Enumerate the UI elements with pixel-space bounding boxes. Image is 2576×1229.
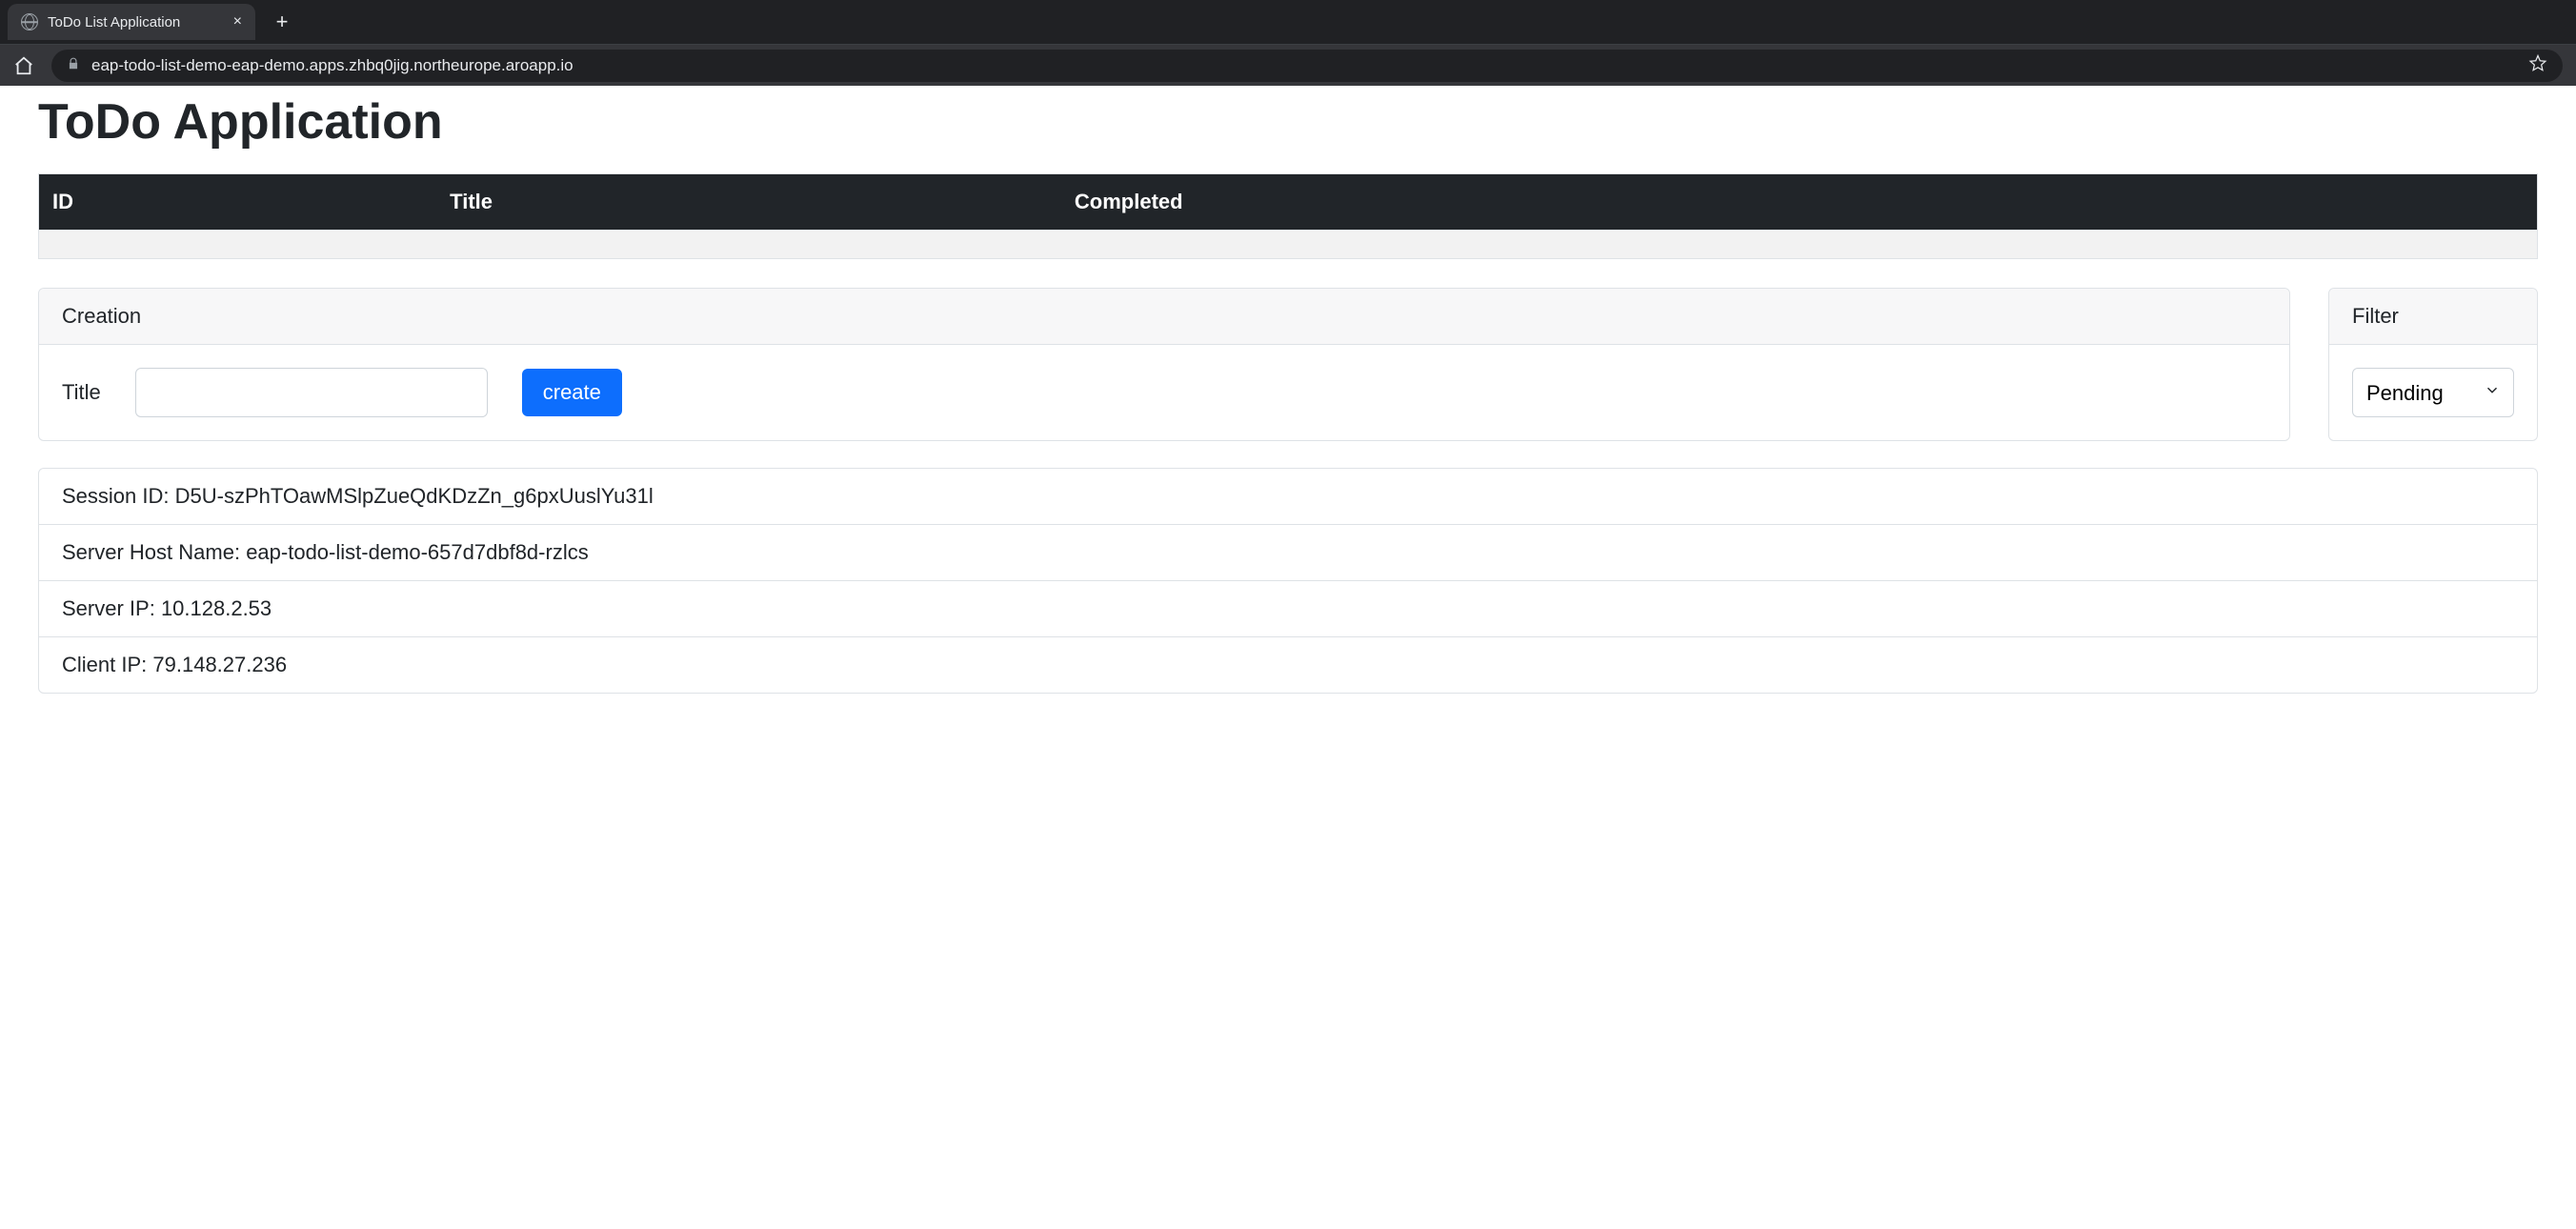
address-row: eap-todo-list-demo-eap-demo.apps.zhbq0ji… [0,44,2576,86]
title-label: Title [62,380,101,405]
lock-icon [67,56,80,75]
session-value: D5U-szPhTOawMSlpZueQdKDzZn_g6pxUuslYu31l [175,484,654,508]
filter-header: Filter [2329,289,2537,345]
browser-chrome: ToDo List Application × + eap-todo-list-… [0,0,2576,86]
bookmark-star-icon[interactable] [2528,53,2547,77]
info-hostname: Server Host Nameeap-todo-list-demo-657d7… [39,525,2537,581]
info-list: Session IDD5U-szPhTOawMSlpZueQdKDzZn_g6p… [38,468,2538,694]
globe-icon [21,13,38,30]
page-content: ToDo Application ID Title Completed Crea… [0,93,2576,732]
todo-table: ID Title Completed [38,173,2538,259]
client-ip-label: Client IP [62,653,152,676]
info-client-ip: Client IP79.148.27.236 [39,637,2537,693]
client-ip-value: 79.148.27.236 [152,653,287,676]
info-server-ip: Server IP10.128.2.53 [39,581,2537,637]
tab-strip: ToDo List Application × + [0,0,2576,44]
table-empty-row [39,231,2538,259]
tab-title: ToDo List Application [48,14,224,30]
address-bar[interactable]: eap-todo-list-demo-eap-demo.apps.zhbq0ji… [51,50,2563,82]
filter-card: Filter Pending [2328,288,2538,441]
server-ip-label: Server IP [62,596,161,620]
creation-card: Creation Title create [38,288,2290,441]
page-title: ToDo Application [38,93,2538,151]
url-text: eap-todo-list-demo-eap-demo.apps.zhbq0ji… [91,56,2517,75]
create-button[interactable]: create [522,369,622,416]
col-header-completed: Completed [1063,174,2538,231]
close-tab-icon[interactable]: × [233,14,242,30]
col-header-id: ID [39,174,439,231]
info-session: Session IDD5U-szPhTOawMSlpZueQdKDzZn_g6p… [39,469,2537,525]
server-ip-value: 10.128.2.53 [161,596,272,620]
filter-select[interactable]: Pending [2352,368,2514,417]
browser-tab[interactable]: ToDo List Application × [8,4,255,40]
creation-header: Creation [39,289,2289,345]
session-label: Session ID [62,484,175,508]
title-input[interactable] [135,368,488,417]
home-icon[interactable] [13,55,34,76]
new-tab-button[interactable]: + [267,7,297,37]
hostname-label: Server Host Name [62,540,246,564]
hostname-value: eap-todo-list-demo-657d7dbf8d-rzlcs [246,540,589,564]
col-header-title: Title [438,174,1063,231]
